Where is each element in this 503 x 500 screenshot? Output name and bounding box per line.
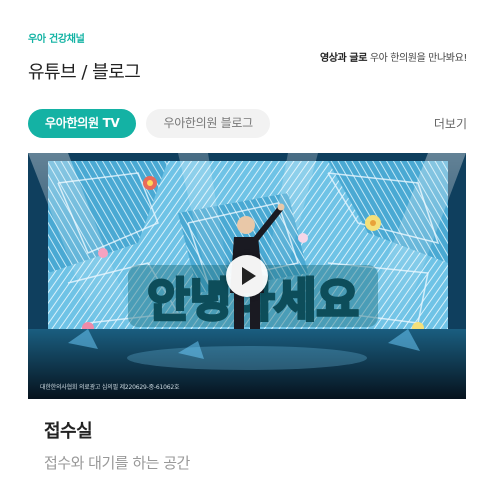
tagline-rest: 우아 한의원을 만나봐요!: [367, 53, 468, 64]
video-thumbnail[interactable]: 안녕하세요 대한한의사협회 의료광고 심의필 제220629-중-61062호: [28, 153, 466, 399]
tab-woah-tv[interactable]: 우아한의원 TV: [28, 109, 137, 138]
room-description: 접수와 대기를 하는 공간: [44, 454, 190, 472]
tagline-bold: 영상과 글로: [319, 53, 368, 64]
section-tagline: 영상과 글로 우아 한의원을 만나봐요!: [320, 49, 467, 64]
play-button[interactable]: [226, 255, 268, 297]
ad-review-caption: 대한한의사협회 의료광고 심의필 제220629-중-61062호: [40, 384, 180, 391]
section-title: 유튜브 / 블로그: [28, 62, 141, 83]
more-link[interactable]: 더보기: [434, 115, 467, 132]
channel-tabs: 우아한의원 TV 우아한의원 블로그: [28, 109, 270, 138]
room-name: 접수실: [44, 421, 93, 442]
channel-eyebrow: 우아 건강채널: [28, 34, 85, 45]
tab-woah-blog[interactable]: 우아한의원 블로그: [146, 109, 270, 138]
